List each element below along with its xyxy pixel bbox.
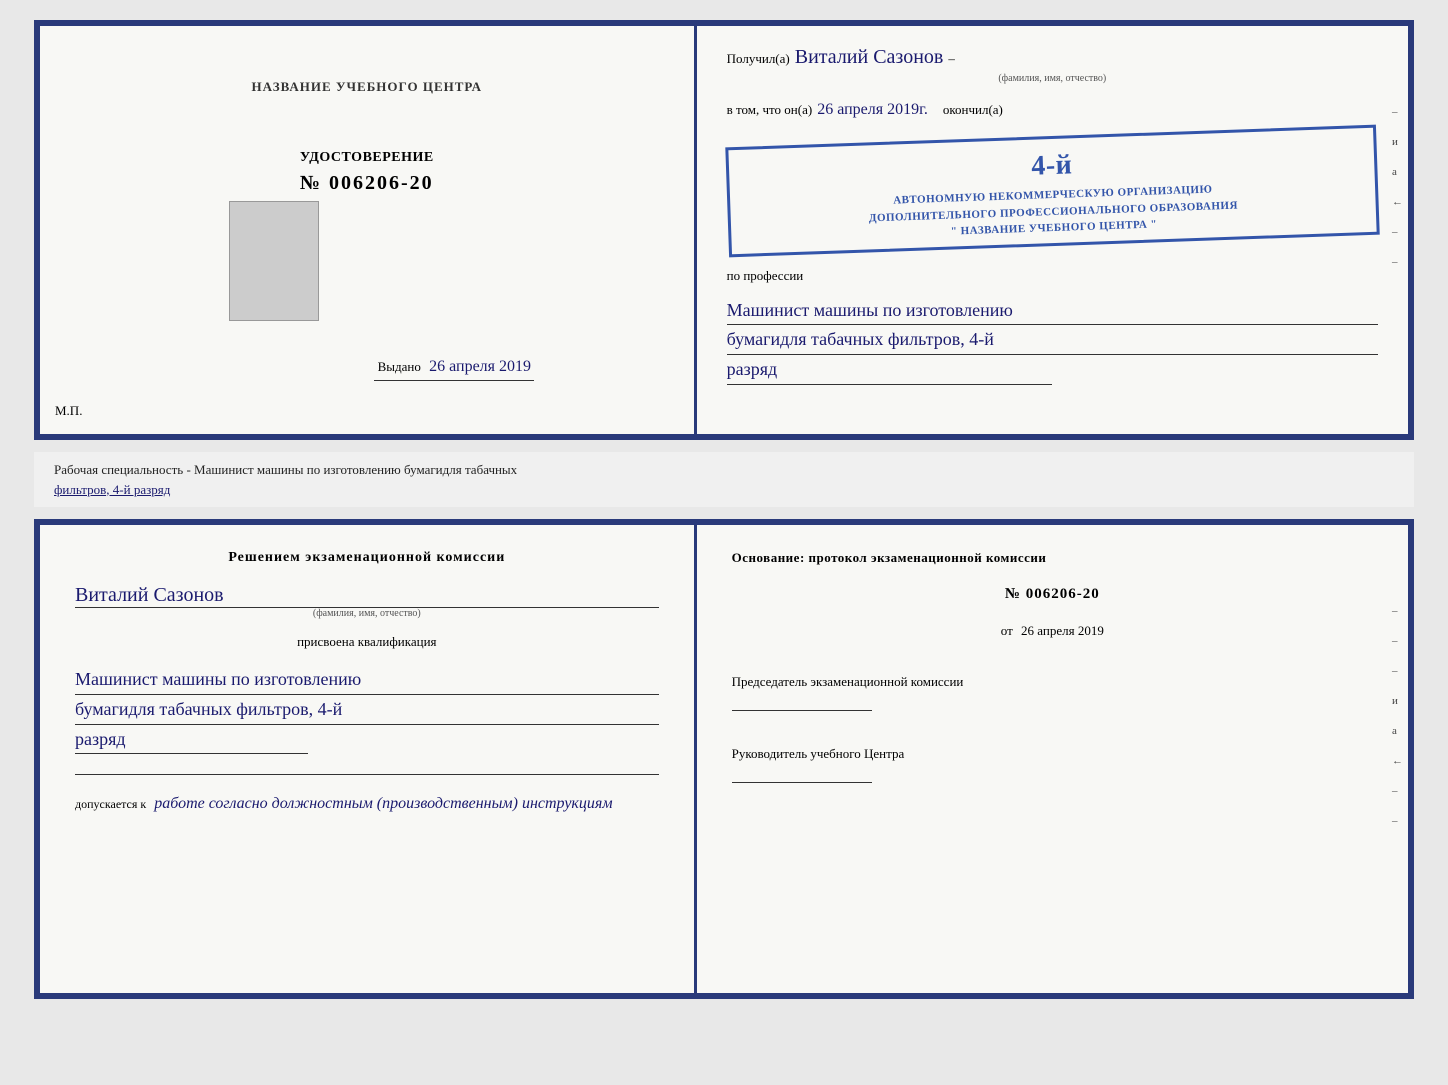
date-prefix: от [1001,623,1013,638]
profession-line3: разряд [727,355,1053,385]
training-center-label-top: НАЗВАНИЕ УЧЕБНОГО ЦЕНТРА [252,79,483,95]
profession-text: Машинист машины по изготовлению бумагидл… [727,296,1378,385]
in-fact-date: 26 апреля 2019г. [817,101,928,119]
photo-placeholder [229,201,319,321]
protocol-number: № 006206-20 [732,586,1373,603]
chairman-text: Председатель экзаменационной комиссии [732,674,1373,711]
director-sig-line [732,782,872,783]
dash1: – [948,51,955,67]
qual-line2: бумагидля табачных фильтров, 4-й [75,695,659,725]
protocol-date: 26 апреля 2019 [1021,623,1104,638]
director-text: Руководитель учебного Центра [732,746,1373,783]
bottom-certificate: Решением экзаменационной комиссии Витали… [34,519,1414,999]
allowed-text: работе согласно должностным (производств… [154,795,612,812]
director-label: Руководитель учебного Центра [732,746,905,761]
allowed-line: допускается к работе согласно должностны… [75,795,659,813]
profession-prefix: по профессии [727,268,1378,284]
person-sublabel: (фамилия, имя, отчество) [75,608,659,619]
profession-line1: Машинист машины по изготовлению [727,296,1378,326]
bottom-right-panel: Основание: протокол экзаменационной коми… [697,525,1408,993]
right-decorations-bottom: – – – и а ← – – [1392,605,1403,827]
person-name: Виталий Сазонов [75,584,659,608]
assigned-text: присвоена квалификация [75,634,659,650]
issued-date: 26 апреля 2019 [429,358,531,375]
basis-text: Основание: протокол экзаменационной коми… [732,550,1373,566]
cert-left-panel: НАЗВАНИЕ УЧЕБНОГО ЦЕНТРА УДОСТОВЕРЕНИЕ №… [40,26,697,434]
decision-text: Решением экзаменационной комиссии [75,550,659,566]
recipient-sublabel: (фамилия, имя, отчество) [727,73,1378,84]
issued-label: Выдано [378,359,421,374]
chairman-sig-line [732,710,872,711]
top-certificate: НАЗВАНИЕ УЧЕБНОГО ЦЕНТРА УДОСТОВЕРЕНИЕ №… [34,20,1414,440]
middle-text2: фильтров, 4-й разряд [54,482,170,497]
mp-label: М.П. [55,403,82,419]
in-fact-line: в том, что он(а) 26 апреля 2019г. окончи… [727,101,1378,119]
cert-title: УДОСТОВЕРЕНИЕ [300,150,434,166]
bottom-left-panel: Решением экзаменационной комиссии Витали… [40,525,697,993]
cert-right-panel: Получил(а) Виталий Сазонов – (фамилия, и… [697,26,1408,434]
protocol-date-line: от 26 апреля 2019 [732,623,1373,639]
right-decorations-top: – и а ← – – [1392,106,1403,268]
qual-line1: Машинист машины по изготовлению [75,665,659,695]
allowed-prefix: допускается к [75,797,146,811]
received-prefix: Получил(а) [727,51,790,67]
stamp: 4-й АВТОНОМНУЮ НЕКОММЕРЧЕСКУЮ ОРГАНИЗАЦИ… [725,125,1380,257]
in-fact-prefix: в том, что он(а) [727,102,813,118]
received-line: Получил(а) Виталий Сазонов – [727,46,1378,69]
middle-text: Рабочая специальность - Машинист машины … [54,462,517,477]
chairman-label: Председатель экзаменационной комиссии [732,674,964,689]
profession-line2: бумагидля табачных фильтров, 4-й [727,325,1378,355]
issued-line: Выдано 26 апреля 2019 [378,358,531,376]
recipient-name: Виталий Сазонов [795,46,944,69]
finished-label: окончил(а) [943,102,1003,118]
cert-number: № 006206-20 [300,172,434,195]
middle-strip: Рабочая специальность - Машинист машины … [34,452,1414,507]
qual-line3: разряд [75,725,308,755]
qualification-text: Машинист машины по изготовлению бумагидл… [75,665,659,754]
